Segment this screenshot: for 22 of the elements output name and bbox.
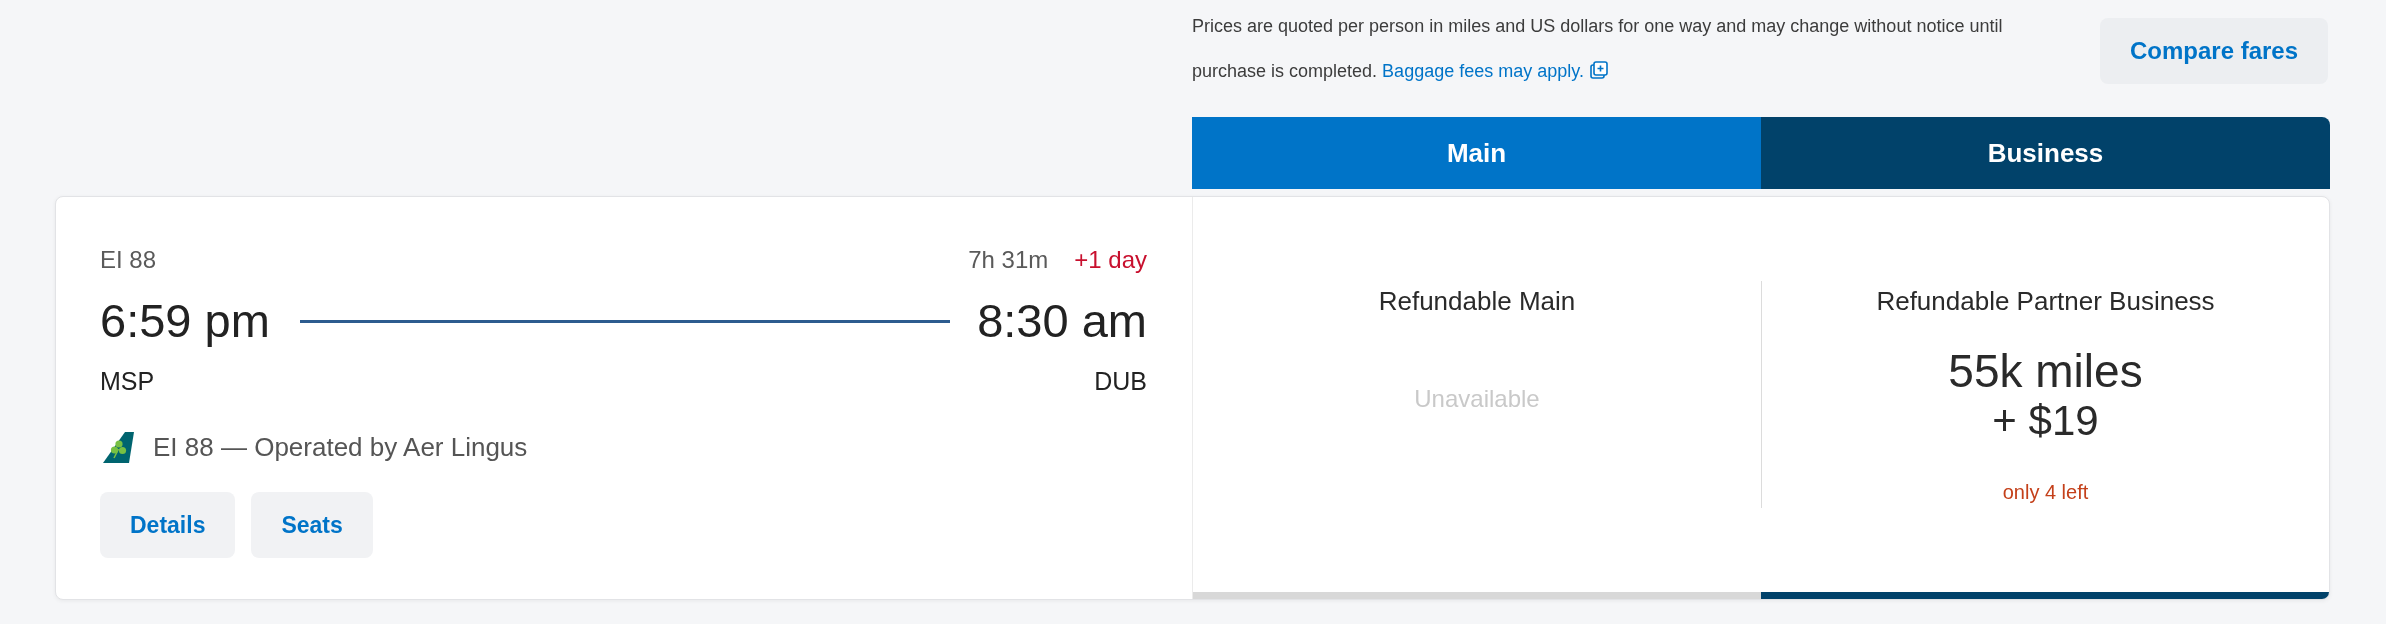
flight-action-button[interactable]: Seats bbox=[251, 492, 373, 558]
tail-fin-logo-icon bbox=[101, 431, 135, 463]
arrival-time: 8:30 am bbox=[977, 293, 1147, 349]
destination-airport: DUB bbox=[1094, 366, 1147, 397]
flight-number: EI 88 bbox=[100, 245, 157, 275]
baggage-fees-link[interactable]: Baggage fees may apply. bbox=[1382, 61, 1608, 81]
compare-fares-button[interactable]: Compare fares bbox=[2100, 18, 2328, 84]
seats-left-label: only 4 left bbox=[2002, 480, 2089, 505]
day-change-label: +1 day bbox=[1074, 245, 1147, 275]
departure-time: 6:59 pm bbox=[100, 293, 270, 349]
fare-name: Refundable Main bbox=[1378, 285, 1576, 318]
flight-duration: 7h 31m bbox=[968, 245, 1049, 275]
fare-cash-price[interactable]: + $19 bbox=[1992, 396, 2099, 446]
fare-miles-price[interactable]: 55k miles bbox=[1948, 346, 2143, 396]
cabin-header: Main bbox=[1192, 117, 1761, 189]
cabin-header: Business bbox=[1761, 117, 2330, 189]
operator-info: EI 88 — Operated by Aer Lingus bbox=[153, 431, 528, 464]
flight-action-button[interactable]: Details bbox=[100, 492, 236, 558]
fare-name: Refundable Partner Business bbox=[1876, 285, 2215, 318]
origin-airport: MSP bbox=[100, 366, 155, 397]
plus-square-icon bbox=[1589, 61, 1608, 79]
price-notice: Prices are quoted per person in miles and US dollars for one way and may change without notice until purchase is completed. Baggage fees may apply. bbox=[1192, 15, 2004, 83]
